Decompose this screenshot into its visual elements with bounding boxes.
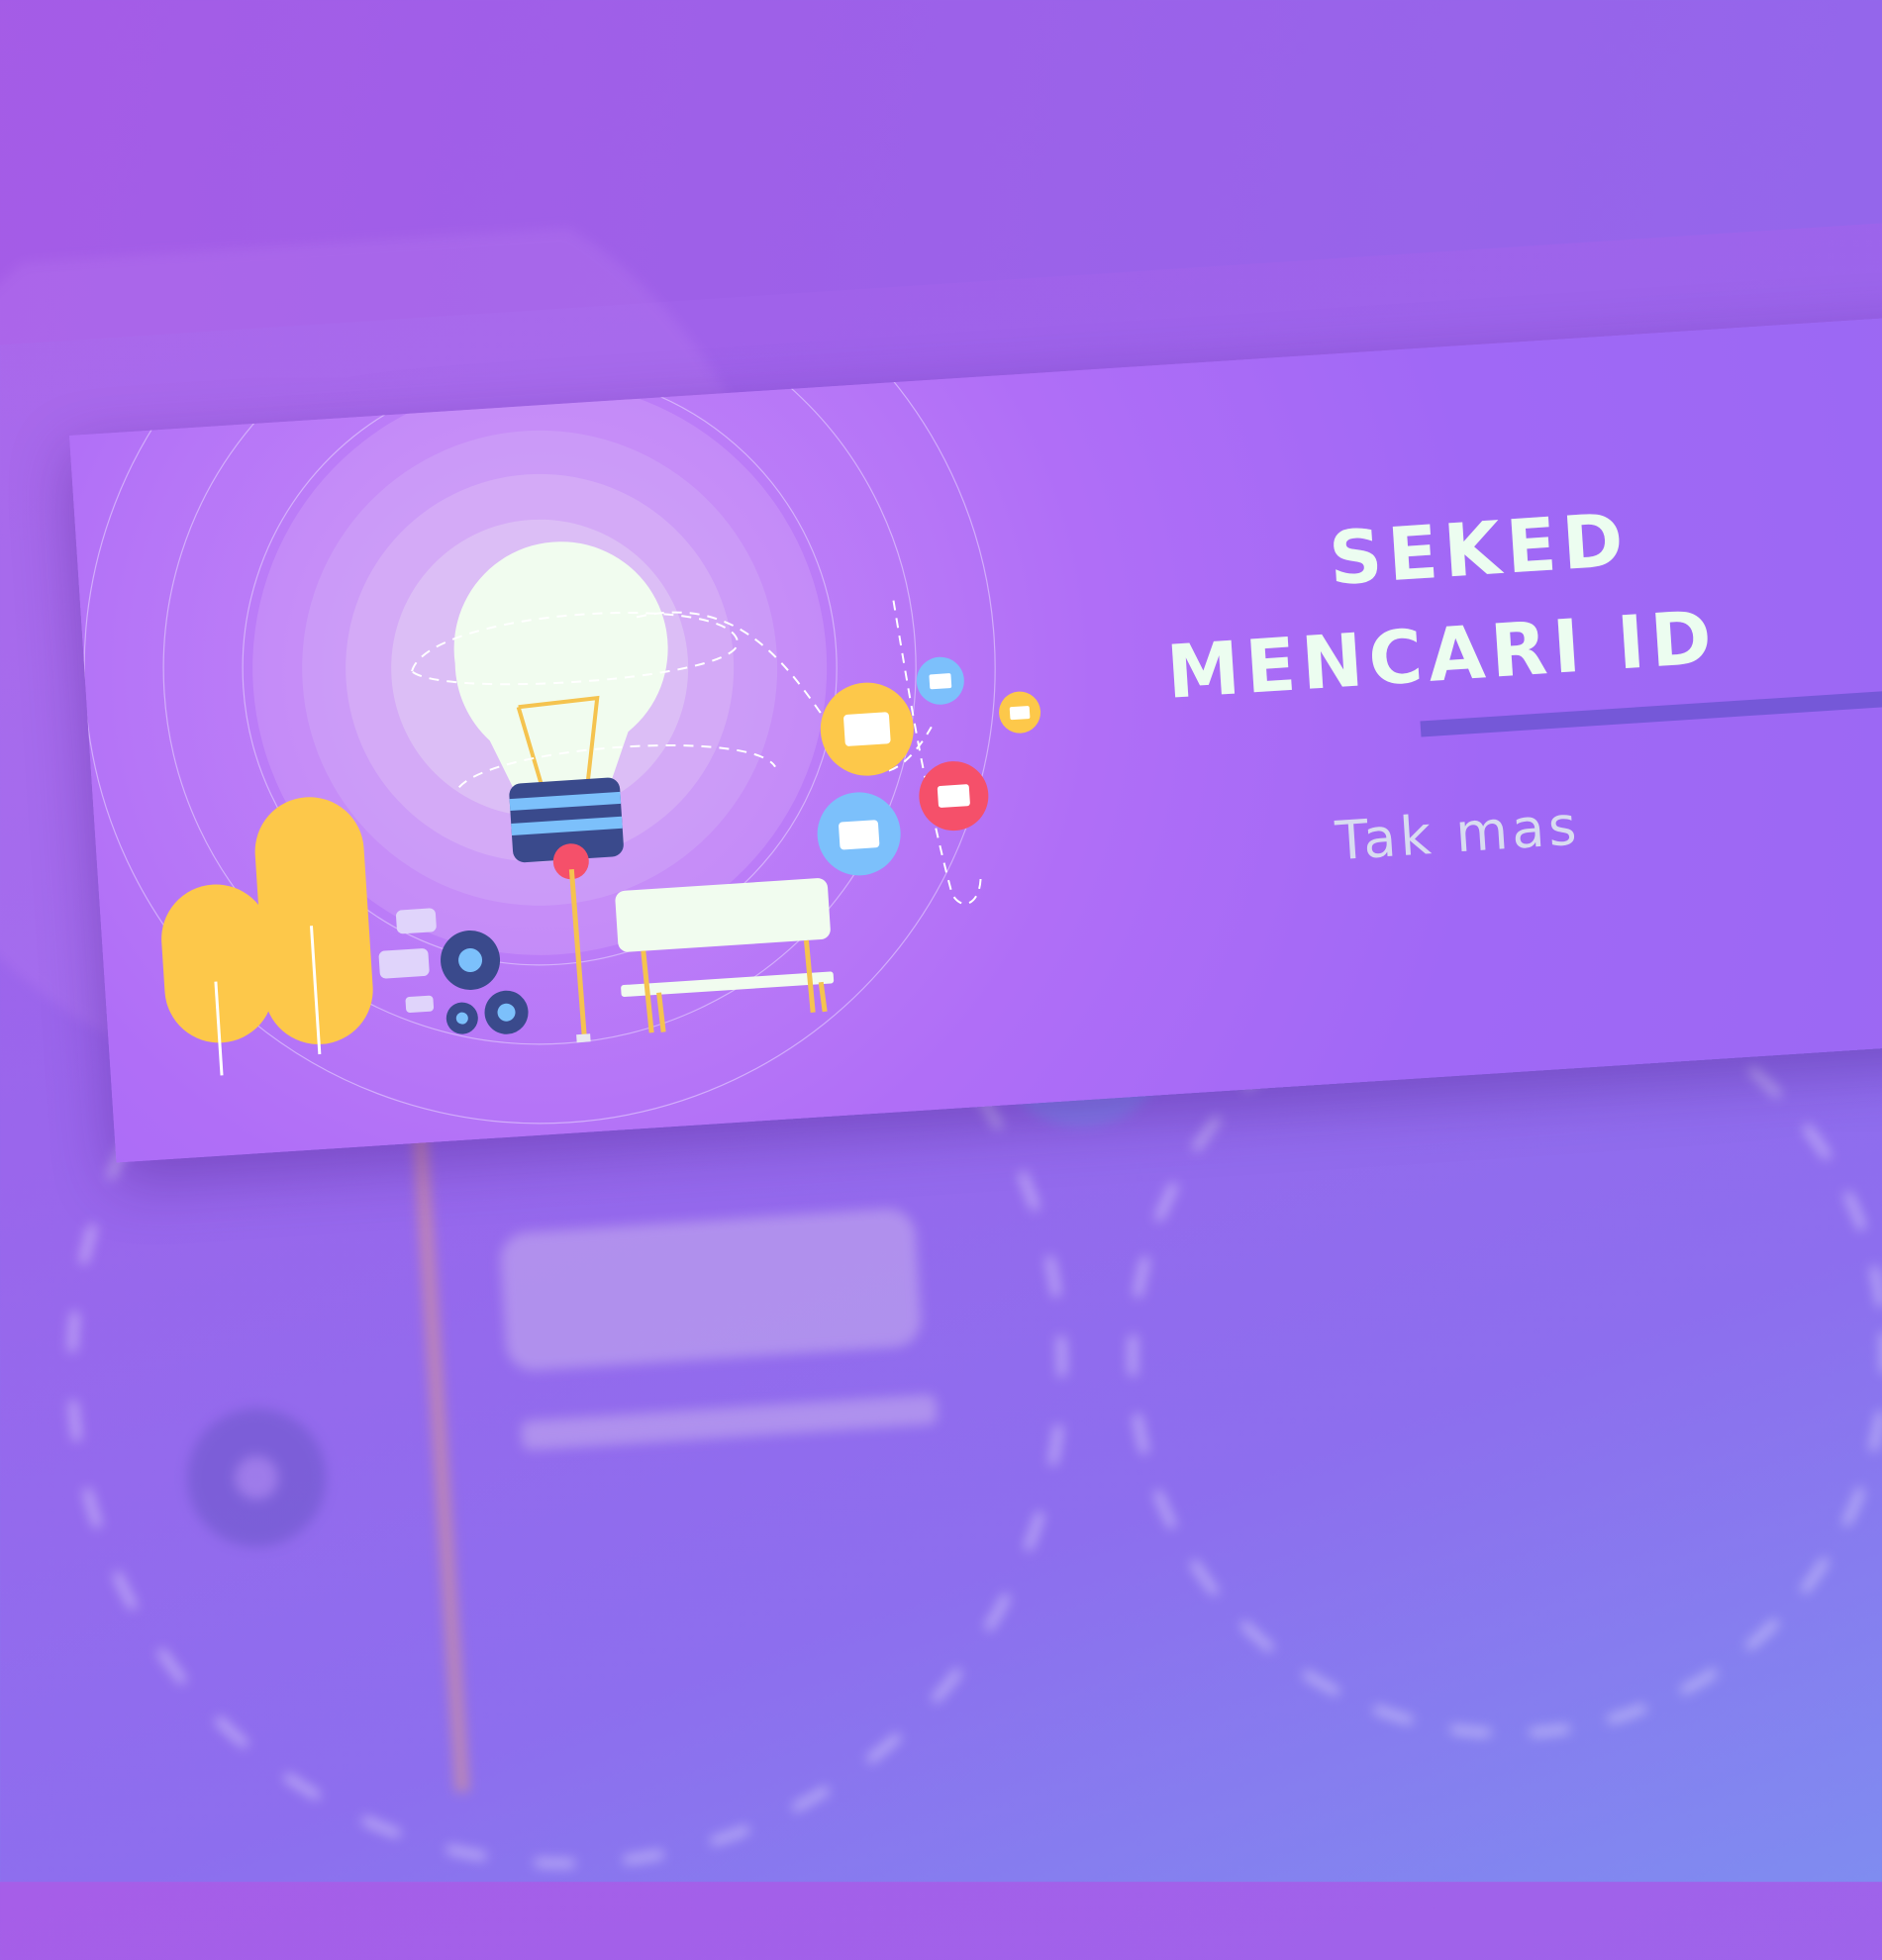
presentation-slide: SEKED MENCARI ID Tak mas: [69, 307, 1882, 1163]
tree-icon: [161, 797, 373, 1076]
chat-bubble-icon: [378, 908, 437, 1014]
lightbulb-illustration: [83, 307, 1041, 1125]
bench-icon: [615, 878, 835, 1033]
slide-title-line1: SEKED: [1326, 497, 1633, 603]
image-icon: [817, 656, 1041, 876]
